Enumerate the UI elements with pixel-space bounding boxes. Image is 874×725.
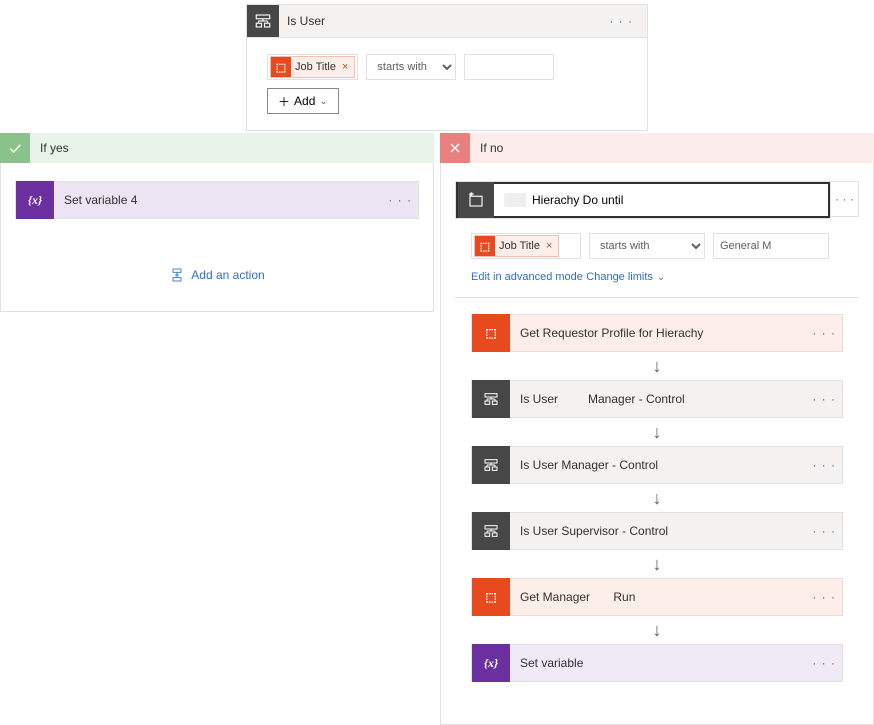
flow-arrow: ↓: [471, 620, 843, 640]
step-label: Get Requestor Profile for Hierachy: [510, 326, 806, 340]
token-remove[interactable]: ×: [342, 61, 348, 73]
loop-condition-row: ⬚ Job Title × starts with: [471, 233, 843, 259]
loop-steps: ⬚Get Requestor Profile for Hierachy· · ·…: [471, 314, 843, 682]
redacted-icon: [504, 193, 526, 207]
do-until-title: Hierachy Do until: [532, 193, 623, 207]
loop-step[interactable]: ⬚Get Requestor Profile for Hierachy· · ·: [471, 314, 843, 352]
loop-value[interactable]: [713, 233, 829, 259]
condition-branches: If yes {x} Set variable 4 · · · Add an a…: [0, 133, 874, 725]
condition-icon: [472, 446, 510, 484]
more-menu[interactable]: · · ·: [806, 458, 842, 472]
flow-arrow: ↓: [471, 356, 843, 376]
branch-yes-body: {x} Set variable 4 · · · Add an action: [0, 163, 434, 312]
loop-operator[interactable]: starts with: [589, 233, 705, 259]
loop-step[interactable]: {x}Set variable· · ·: [471, 644, 843, 682]
flow-arrow: ↓: [471, 422, 843, 442]
add-action-link[interactable]: Add an action: [15, 267, 419, 283]
more-menu[interactable]: · · ·: [831, 181, 859, 217]
condition-left-operand[interactable]: ⬚ Job Title ×: [267, 54, 358, 80]
office-icon: ⬚: [472, 578, 510, 616]
plus-icon: ＋: [278, 93, 290, 110]
condition-icon: [472, 380, 510, 418]
variable-icon: {x}: [472, 644, 510, 682]
more-menu[interactable]: · · ·: [806, 656, 842, 670]
condition-body: ⬚ Job Title × starts with ＋ Add ⌄: [247, 37, 647, 130]
office-icon: ⬚: [475, 236, 495, 256]
more-menu[interactable]: · · ·: [603, 14, 639, 28]
loop-step[interactable]: ⬚Get Manager Run· · ·: [471, 578, 843, 616]
condition-icon: [472, 512, 510, 550]
add-condition-button[interactable]: ＋ Add ⌄: [267, 88, 339, 114]
condition-icon: [247, 5, 279, 37]
step-label: Get Manager Run: [510, 590, 806, 604]
more-menu[interactable]: · · ·: [382, 193, 418, 207]
loop-step[interactable]: Is User Supervisor - Control· · ·: [471, 512, 843, 550]
condition-header[interactable]: Is User · · ·: [247, 5, 647, 37]
loop-step[interactable]: Is User Manager - Control· · ·: [471, 380, 843, 418]
dynamic-token-jobtitle[interactable]: ⬚ Job Title ×: [474, 235, 559, 257]
more-menu[interactable]: · · ·: [806, 524, 842, 538]
office-icon: ⬚: [271, 57, 291, 77]
condition-value[interactable]: [464, 54, 554, 80]
step-label: Is User Supervisor - Control: [510, 524, 806, 538]
variable-icon: {x}: [16, 181, 54, 219]
action-label: Set variable 4: [54, 193, 382, 207]
branch-no-header: If no: [440, 133, 874, 163]
chevron-down-icon: ⌄: [657, 272, 665, 283]
change-limits-link[interactable]: Change limits ⌄: [586, 271, 665, 283]
more-menu[interactable]: · · ·: [806, 326, 842, 340]
token-label: Job Title: [295, 61, 336, 73]
condition-card-top: Is User · · · ⬚ Job Title × starts with …: [246, 4, 648, 131]
do-until-header[interactable]: Hierachy Do until: [456, 182, 830, 218]
step-label: Is User Manager - Control: [510, 392, 806, 406]
token-label: Job Title: [499, 240, 540, 252]
more-menu[interactable]: · · ·: [806, 590, 842, 604]
step-label: Set variable: [510, 656, 806, 670]
flow-arrow: ↓: [471, 554, 843, 574]
chevron-down-icon: ⌄: [319, 96, 327, 107]
loop-left-operand[interactable]: ⬚ Job Title ×: [471, 233, 581, 259]
condition-operator[interactable]: starts with: [366, 54, 456, 80]
x-icon: [440, 133, 470, 163]
loop-step[interactable]: Is User Manager - Control· · ·: [471, 446, 843, 484]
branch-yes-label: If yes: [40, 141, 69, 155]
loop-icon: [458, 182, 494, 218]
action-set-variable-4[interactable]: {x} Set variable 4 · · ·: [15, 181, 419, 219]
do-until-card: Hierachy Do until: [455, 181, 831, 219]
branch-no: If no Hierachy Do until · · ·: [440, 133, 874, 725]
token-remove[interactable]: ×: [546, 240, 552, 252]
check-icon: [0, 133, 30, 163]
dynamic-token-jobtitle[interactable]: ⬚ Job Title ×: [270, 56, 355, 78]
do-until-title-wrap: Hierachy Do until: [494, 193, 828, 207]
condition-row: ⬚ Job Title × starts with: [267, 54, 627, 80]
step-label: Is User Manager - Control: [510, 458, 806, 472]
condition-title: Is User: [279, 14, 603, 28]
flow-arrow: ↓: [471, 488, 843, 508]
branch-yes: If yes {x} Set variable 4 · · · Add an a…: [0, 133, 434, 725]
do-until-body: ⬚ Job Title × starts with Edit in advanc…: [455, 219, 859, 696]
edit-advanced-link[interactable]: Edit in advanced mode: [471, 271, 583, 283]
branch-no-label: If no: [480, 141, 503, 155]
loop-wrapper: Hierachy Do until · · ·: [455, 181, 859, 219]
more-menu[interactable]: · · ·: [806, 392, 842, 406]
branch-no-body: Hierachy Do until · · · ⬚ Job Title ×: [440, 163, 874, 725]
branch-yes-header: If yes: [0, 133, 434, 163]
office-icon: ⬚: [472, 314, 510, 352]
